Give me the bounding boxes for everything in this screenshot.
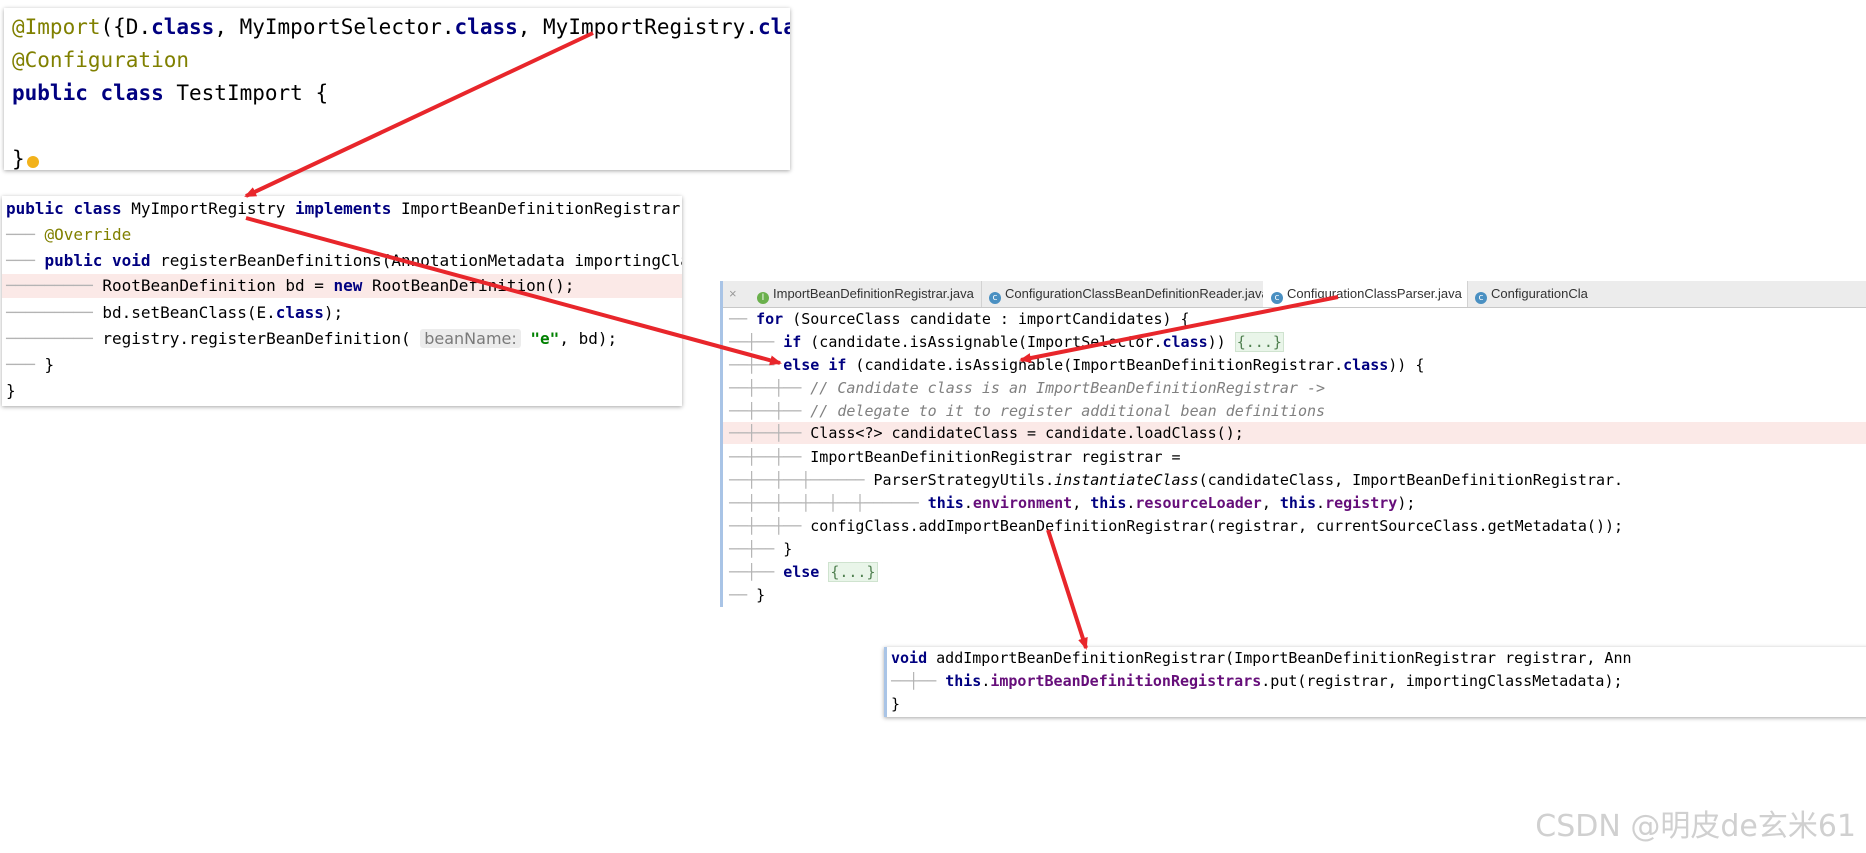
code-line-root-bean-def: ───────── RootBeanDefinition bd = new Ro… (2, 274, 682, 298)
tab-configuration-cla[interactable]: c ConfigurationCla (1467, 281, 1866, 307)
code-line-put-registrar: ──┼── this.importBeanDefinitionRegistrar… (891, 672, 1623, 690)
watermark: CSDN @明皮de玄米61 (1535, 809, 1856, 844)
code-line-override: ─── @Override (6, 225, 132, 244)
code-line-else: ──┼── else {...} (729, 562, 878, 582)
test-import-code-panel: @Import({D.class, MyImportSelector.class… (4, 8, 790, 170)
configuration-class-parser-editor: × IImportBeanDefinitionRegistrar.java× c… (720, 281, 1866, 607)
code-line-class-decl: public class TestImport { (12, 81, 329, 105)
code-line-add-registrar-call: ──┼──┼── configClass.addImportBeanDefini… (729, 517, 1624, 535)
code-line-method-decl: ─── public void registerBeanDefinitions(… (6, 251, 682, 270)
class-icon: c (1271, 292, 1283, 304)
my-import-registry-code-panel: public class MyImportRegistry implements… (2, 196, 682, 406)
tab-configuration-class-bean-definition-reader[interactable]: c ConfigurationClassBeanDefinitionReader.… (981, 281, 1264, 307)
code-line-close-brace: } (12, 147, 790, 170)
add-registrar-method-panel: void addImportBeanDefinitionRegistrar(Im… (884, 647, 1866, 717)
code-line-configuration: @Configuration (12, 48, 190, 72)
class-icon: c (989, 292, 1001, 304)
code-line-close-method: } (891, 695, 901, 713)
code-line-method-decl: void addImportBeanDefinitionRegistrar(Im… (891, 649, 1632, 667)
code-line-close-class: } (6, 381, 16, 400)
editor-tab-bar: × IImportBeanDefinitionRegistrar.java× c… (723, 281, 1866, 308)
class-icon: c (1475, 292, 1487, 304)
tab-import-bean-definition-registrar[interactable]: IImportBeanDefinitionRegistrar.java× (749, 281, 982, 307)
parameter-hint: beanName: (420, 329, 521, 348)
code-line-class-decl: public class MyImportRegistry implements… (6, 199, 682, 218)
code-line-register-bean-def: ───────── registry.registerBeanDefinitio… (6, 329, 618, 348)
code-line-registrar-decl: ──┼──┼── ImportBeanDefinitionRegistrar r… (729, 448, 1181, 466)
code-line-instantiate-args: ──┼──┼──┼──┼──┼────── this.environment, … (729, 494, 1416, 512)
code-line-else-if-registrar: ──┼── else if (candidate.isAssignable(Im… (729, 356, 1425, 374)
folded-code-block[interactable]: {...} (828, 562, 878, 582)
code-line-close-for: ── } (729, 586, 766, 604)
code-line-load-class: ──┼──┼── Class<?> candidateClass = candi… (723, 422, 1866, 444)
tab-bar-close-icon[interactable]: × (729, 281, 737, 307)
code-line-set-bean-class: ───────── bd.setBeanClass(E.class); (6, 303, 344, 322)
code-comment-line-2: ──┼──┼── // delegate to it to register a… (729, 402, 1326, 420)
code-line-instantiate-class: ──┼──┼──┼────── ParserStrategyUtils.inst… (729, 471, 1624, 489)
folded-code-block[interactable]: {...} (1234, 332, 1284, 352)
interface-icon: I (757, 292, 769, 304)
code-line-for-loop: ── for (SourceClass candidate : importCa… (729, 310, 1190, 328)
code-line-import: @Import({D.class, MyImportSelector.class… (12, 15, 790, 39)
code-comment-line-1: ──┼──┼── // Candidate class is an Import… (729, 379, 1326, 397)
indent-guide: ─── (6, 225, 45, 244)
code-line-close-else-if: ──┼── } (729, 540, 793, 558)
code-line-close-method: ─── } (6, 355, 55, 374)
code-line-if-import-selector: ──┼── if (candidate.isAssignable(ImportS… (729, 332, 1284, 352)
lightbulb-icon[interactable] (26, 156, 39, 168)
tab-configuration-class-parser[interactable]: cConfigurationClassParser.java× (1263, 281, 1468, 307)
